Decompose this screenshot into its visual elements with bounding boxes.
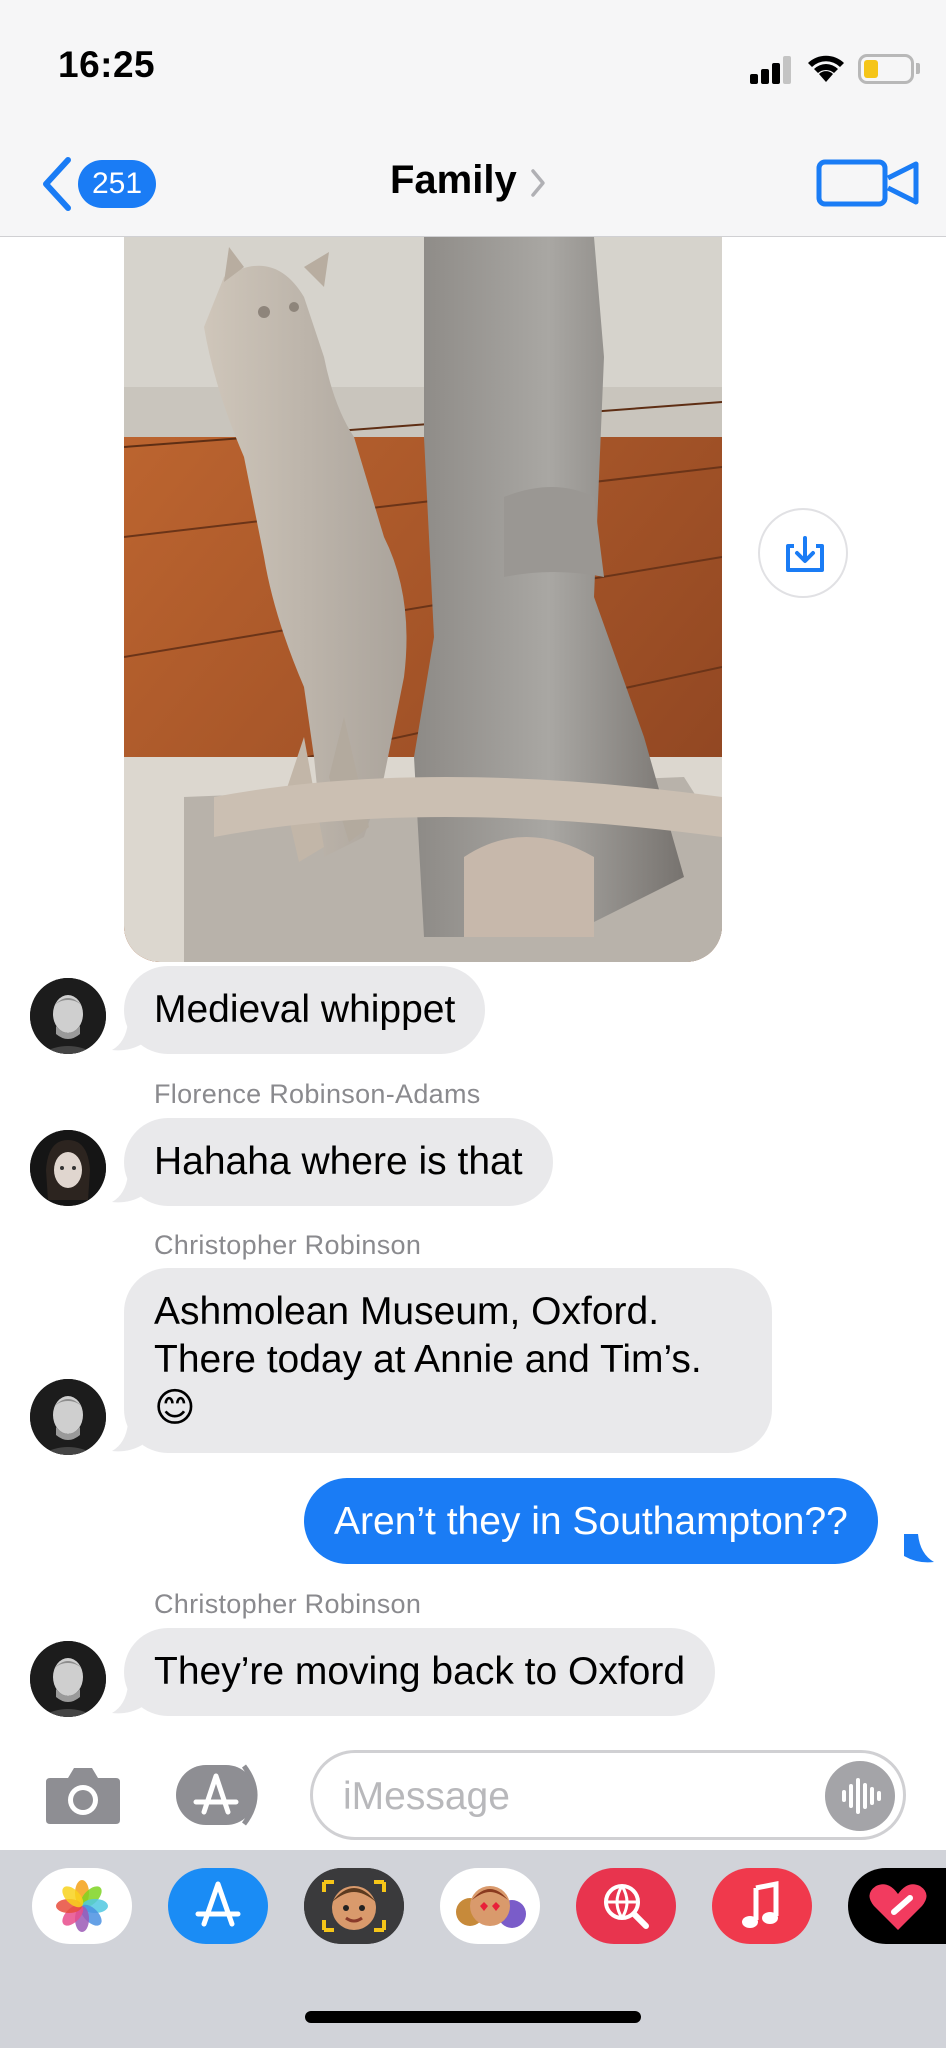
statue-photo xyxy=(124,237,722,962)
message-text: Hahaha where is that xyxy=(154,1140,523,1183)
search-globe-glyph xyxy=(604,1884,649,1929)
photos-glyph xyxy=(56,1880,108,1932)
message-text: Aren’t they in Southampton?? xyxy=(334,1500,848,1543)
bubble-tail xyxy=(904,1534,934,1563)
sender-name: Florence Robinson-Adams xyxy=(154,1079,481,1109)
avatar-photo xyxy=(30,1641,106,1717)
conversation-title[interactable]: Family xyxy=(390,158,517,203)
sender-name: Christopher Robinson xyxy=(154,1230,422,1260)
music-app-icon[interactable] xyxy=(712,1868,812,1944)
status-time: 16:25 xyxy=(58,44,156,85)
message-bubble[interactable]: Aren’t they in Southampton?? xyxy=(304,1478,878,1564)
digital-touch-app-icon[interactable] xyxy=(848,1868,946,1944)
avatar-photo xyxy=(30,978,106,1054)
memoji-glyph xyxy=(304,1868,404,1944)
message-bubble[interactable]: Ashmolean Museum, Oxford. There today at… xyxy=(124,1268,772,1453)
message-input[interactable]: iMessage xyxy=(310,1750,906,1840)
app-store-glyph xyxy=(195,1881,241,1927)
message-text-line: There today at Annie and Tim’s. xyxy=(154,1338,702,1381)
input-placeholder: iMessage xyxy=(343,1775,510,1818)
waveform-glyph xyxy=(842,1778,881,1814)
photos-app-icon[interactable] xyxy=(32,1868,132,1944)
conversation-header: 251 Family xyxy=(0,130,946,237)
download-icon xyxy=(786,536,824,572)
signal-icon xyxy=(750,56,791,84)
message-text-line: Ashmolean Museum, Oxford. xyxy=(154,1290,660,1333)
app-store-icon[interactable] xyxy=(174,1762,270,1828)
avatar[interactable] xyxy=(30,1379,106,1455)
battery-level xyxy=(864,60,878,78)
battery-icon xyxy=(858,54,914,84)
animoji-glyph xyxy=(456,1886,526,1928)
message-bubble[interactable]: They’re moving back to Oxford xyxy=(124,1628,716,1716)
message-bubble[interactable]: Medieval whippet xyxy=(124,966,486,1054)
smiling-face-emoji: 😊 xyxy=(154,1386,196,1430)
heart-glyph xyxy=(869,1884,927,1930)
chevron-right-icon[interactable] xyxy=(530,167,546,199)
message-text: They’re moving back to Oxford xyxy=(154,1650,686,1693)
wifi-icon xyxy=(808,55,844,82)
unread-count-badge[interactable]: 251 xyxy=(78,160,157,208)
image-search-app-icon[interactable] xyxy=(576,1868,676,1944)
save-to-photos-button[interactable] xyxy=(758,508,848,598)
avatar[interactable] xyxy=(30,1641,106,1717)
battery-nub xyxy=(916,63,920,74)
avatar[interactable] xyxy=(30,1130,106,1206)
home-indicator[interactable] xyxy=(305,2011,641,2023)
memoji-app-icon[interactable] xyxy=(304,1868,404,1944)
music-note-glyph xyxy=(742,1880,779,1928)
camera-icon[interactable] xyxy=(44,1766,122,1826)
avatar[interactable] xyxy=(30,978,106,1054)
avatar-photo xyxy=(30,1130,106,1206)
animoji-app-icon[interactable] xyxy=(440,1868,540,1944)
photo-attachment[interactable] xyxy=(124,237,722,962)
message-bubble[interactable]: Hahaha where is that xyxy=(124,1118,553,1206)
video-camera-icon[interactable] xyxy=(816,158,922,208)
chevron-left-icon[interactable] xyxy=(40,156,74,212)
audio-waveform-icon[interactable] xyxy=(825,1761,895,1831)
status-bar: 16:25 xyxy=(0,0,946,130)
avatar-photo xyxy=(30,1379,106,1455)
app-store-app-icon[interactable] xyxy=(168,1868,268,1944)
message-text: Medieval whippet xyxy=(154,988,456,1031)
sender-name: Christopher Robinson xyxy=(154,1589,422,1619)
